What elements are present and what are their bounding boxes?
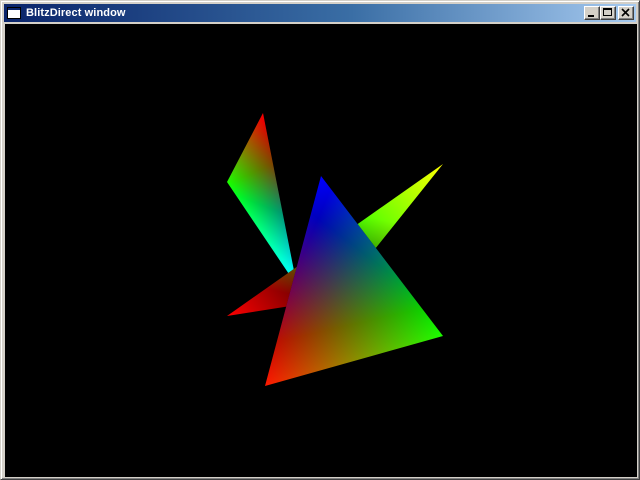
- 3d-scene: [227, 113, 443, 386]
- maximize-icon: [603, 8, 612, 16]
- minimize-button[interactable]: [584, 6, 600, 20]
- close-button[interactable]: [618, 6, 634, 20]
- title-bar[interactable]: BlitzDirect window: [4, 4, 636, 22]
- title-buttons: [584, 6, 634, 20]
- triangle-back: [227, 113, 297, 286]
- window-title: BlitzDirect window: [26, 7, 126, 19]
- maximize-button[interactable]: [600, 6, 616, 20]
- minimize-icon: [588, 15, 594, 17]
- render-viewport[interactable]: [5, 24, 637, 477]
- window-icon[interactable]: [6, 6, 22, 20]
- close-icon: [621, 8, 630, 17]
- app-window: BlitzDirect window: [0, 0, 640, 480]
